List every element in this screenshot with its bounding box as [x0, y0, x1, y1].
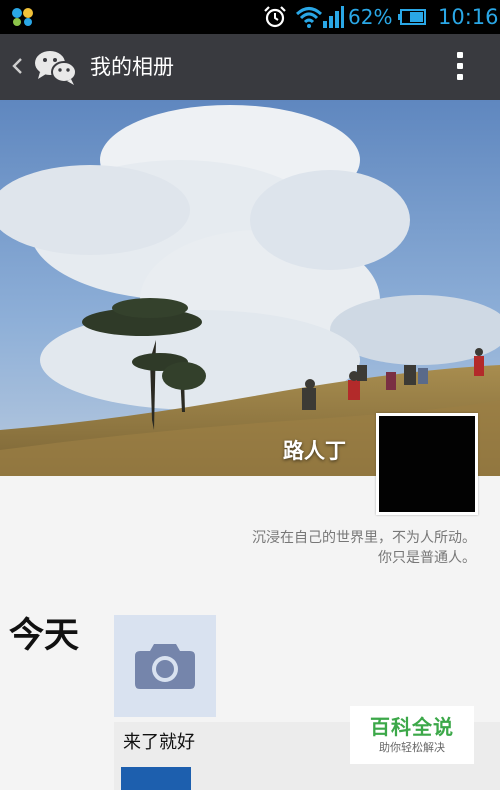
- watermark-subtitle: 助你轻松解决: [379, 741, 445, 754]
- profile-signature: 沉浸在自己的世界里，不为人所动。 你只是普通人。: [252, 528, 476, 568]
- menu-dot: [457, 74, 463, 80]
- watermark-title: 百科全说: [370, 715, 454, 739]
- battery-icon: [398, 9, 426, 25]
- more-options-button[interactable]: [450, 50, 470, 84]
- wechat-icon: [35, 51, 77, 85]
- profile-username: 路人丁: [283, 439, 346, 463]
- status-bar: 62% 10:16: [0, 0, 500, 34]
- alarm-icon: [264, 6, 286, 28]
- notification-app-icon: [12, 8, 33, 26]
- add-photo-button[interactable]: [114, 615, 216, 717]
- timeline-date-label: 今天: [9, 616, 80, 656]
- title-bar: 我的相册: [0, 34, 500, 100]
- wifi-icon: [295, 7, 323, 28]
- cell-signal-icon: [323, 6, 344, 28]
- menu-dot: [457, 63, 463, 69]
- menu-dot: [457, 52, 463, 58]
- post-thumbnail[interactable]: [121, 767, 191, 790]
- avatar-image: [379, 416, 475, 512]
- status-time: 10:16: [438, 5, 499, 29]
- camera-icon: [135, 644, 195, 689]
- page-title: 我的相册: [90, 55, 174, 79]
- signature-line: 沉浸在自己的世界里，不为人所动。: [252, 530, 476, 546]
- signature-line: 你只是普通人。: [378, 550, 476, 566]
- watermark-logo: 百科全说 助你轻松解决: [350, 706, 474, 764]
- battery-percent: 62%: [348, 5, 393, 29]
- post-text: 来了就好: [123, 732, 195, 753]
- back-chevron-icon[interactable]: [10, 54, 24, 78]
- profile-avatar[interactable]: [376, 413, 478, 515]
